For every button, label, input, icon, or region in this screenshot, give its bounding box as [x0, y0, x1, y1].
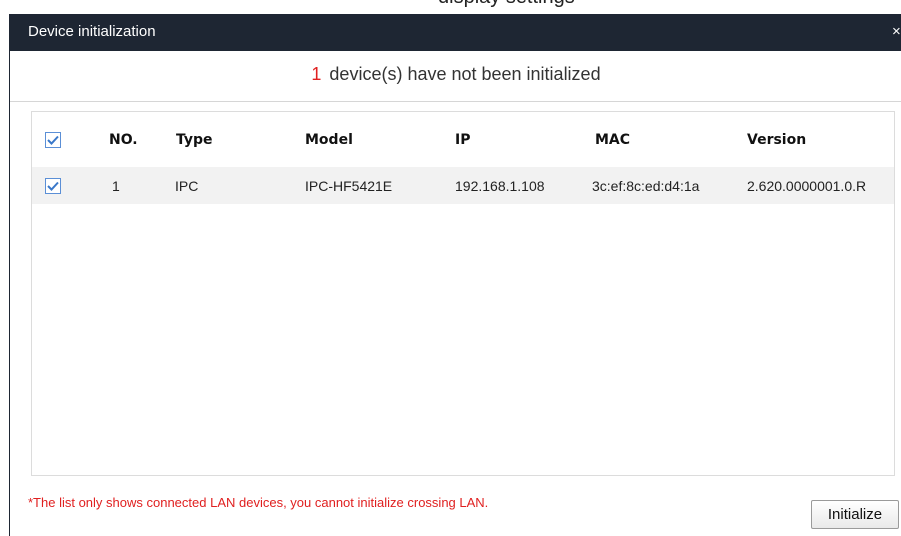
- column-header-no[interactable]: NO.: [109, 112, 138, 167]
- screen: display settings Device initialization ×…: [0, 0, 901, 536]
- checkmark-icon: [47, 135, 59, 145]
- divider: [10, 101, 901, 102]
- column-header-ip[interactable]: IP: [455, 112, 470, 167]
- close-icon[interactable]: ×: [892, 22, 901, 42]
- device-initialization-dialog: Device initialization × 1 device(s) have …: [9, 14, 901, 536]
- uninitialized-count: 1: [311, 64, 322, 84]
- dialog-titlebar: Device initialization ×: [10, 14, 901, 51]
- table-header-row: NO. Type Model IP MAC Version: [32, 112, 894, 167]
- uninitialized-message: device(s) have not been initialized: [329, 64, 601, 84]
- background-window-fragment: display settings: [0, 0, 901, 14]
- cell-version: 2.620.0000001.0.R: [747, 177, 867, 194]
- cell-model: IPC-HF5421E: [305, 177, 393, 194]
- lan-restriction-note: *The list only shows connected LAN devic…: [28, 495, 489, 510]
- table-row[interactable]: 1 IPC IPC-HF5421E 192.168.1.108 3c:ef:8c…: [32, 167, 894, 204]
- cell-mac: 3c:ef:8c:ed:d4:1a: [592, 177, 700, 194]
- column-header-mac[interactable]: MAC: [595, 112, 630, 167]
- header-checkbox-cell: [45, 112, 61, 167]
- row-checkbox-cell: [45, 167, 61, 204]
- uninitialized-notice: 1 device(s) have not been initialized: [10, 64, 901, 85]
- column-header-version[interactable]: Version: [747, 112, 806, 167]
- row-checkbox[interactable]: [45, 177, 61, 194]
- checkmark-icon: [47, 181, 59, 191]
- column-header-type[interactable]: Type: [176, 112, 213, 167]
- initialize-button[interactable]: Initialize: [811, 500, 899, 529]
- dialog-title: Device initialization: [28, 23, 156, 40]
- cell-no: 1: [112, 177, 120, 194]
- column-header-model[interactable]: Model: [305, 112, 353, 167]
- background-text: display settings: [438, 0, 575, 9]
- cell-ip: 192.168.1.108: [455, 177, 545, 194]
- cell-type: IPC: [175, 177, 199, 194]
- device-table: NO. Type Model IP MAC Version 1 IPC IPC-: [31, 111, 895, 476]
- select-all-checkbox[interactable]: [45, 131, 61, 148]
